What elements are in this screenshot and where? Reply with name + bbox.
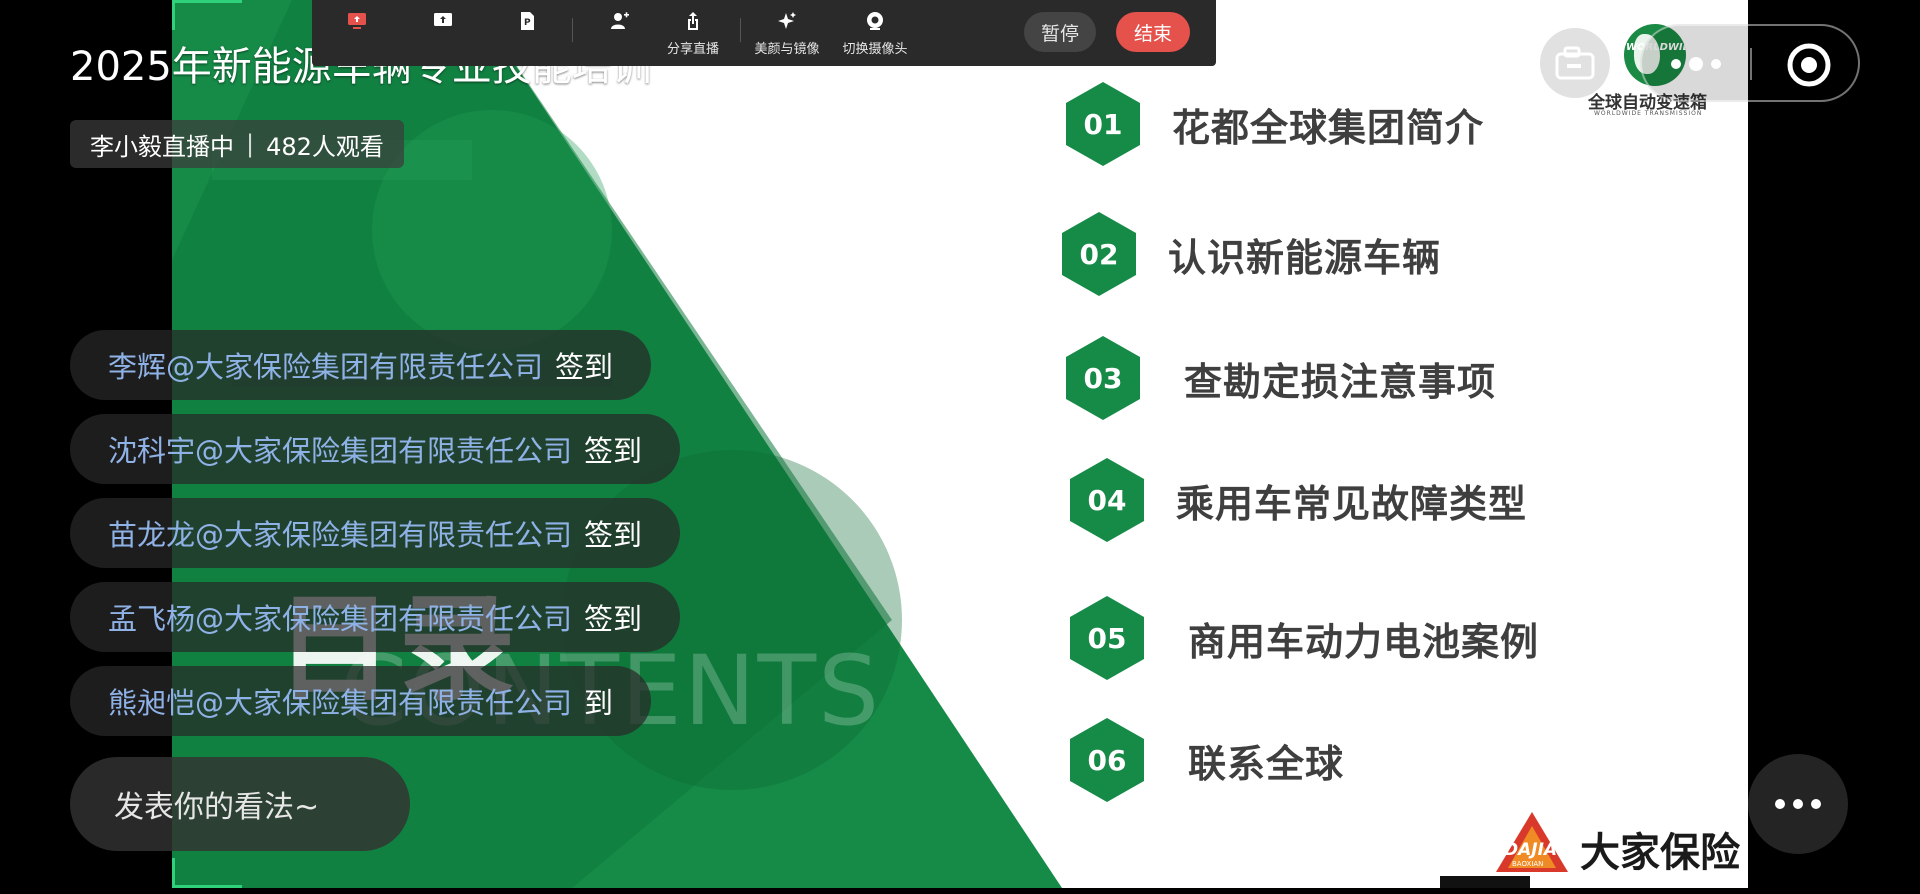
comment-text: 到 — [584, 686, 614, 720]
comment-user[interactable]: 沈科宇@大家保险集团有限责任公司 — [108, 428, 572, 470]
upload-icon — [434, 13, 452, 26]
tool-screen-share[interactable] — [312, 10, 402, 38]
toc-number-hexagon: 05 — [1070, 596, 1144, 680]
end-button[interactable]: 结束 — [1116, 12, 1190, 52]
comment-user[interactable]: 苗龙龙@大家保险集团有限责任公司 — [108, 512, 572, 554]
toc-item: 06 联系全球 — [1070, 718, 1344, 802]
toc-label: 商用车动力电池案例 — [1188, 619, 1540, 664]
tool-beauty-mirror[interactable]: 美颜与镜像 — [742, 10, 832, 57]
minimize-window-icon — [1555, 46, 1595, 80]
capsule-divider — [1750, 48, 1752, 80]
close-target-icon[interactable] — [1786, 42, 1832, 88]
toc-label: 联系全球 — [1188, 741, 1345, 786]
toolbar-divider — [740, 18, 741, 42]
stats-separator: | — [246, 130, 255, 158]
comment-user[interactable]: 李辉@大家保险集团有限责任公司 — [108, 344, 543, 386]
user-add-icon — [611, 12, 629, 29]
tool-upload[interactable] — [398, 10, 488, 38]
screen-share-icon — [348, 13, 366, 29]
document-icon: P — [521, 12, 534, 30]
comment-text: 签到 — [584, 518, 643, 552]
toc-item: 03 查勘定损注意事项 — [1066, 336, 1496, 420]
toc-label: 乘用车常见故障类型 — [1176, 481, 1528, 526]
host-status: 李小毅直播中 — [90, 132, 234, 161]
minimize-button[interactable] — [1540, 28, 1610, 98]
toc-number-hexagon: 03 — [1066, 336, 1140, 420]
mini-program-capsule — [1640, 24, 1860, 102]
tool-share-live[interactable]: 分享直播 — [648, 10, 738, 57]
toc-item: 04 乘用车常见故障类型 — [1070, 458, 1527, 542]
comment-text: 签到 — [584, 434, 643, 468]
comment-bubble: 沈科宇@大家保险集团有限责任公司 签到 — [70, 414, 681, 484]
live-status-badge: 李小毅直播中 | 482人观看 — [70, 120, 404, 168]
sparkle-icon — [778, 12, 796, 29]
comment-text: 签到 — [584, 602, 643, 636]
comment-input[interactable]: 发表你的看法~ — [70, 757, 410, 851]
toc-label: 认识新能源车辆 — [1168, 235, 1442, 280]
comment-bubble: 孟飞杨@大家保险集团有限责任公司 签到 — [70, 582, 681, 652]
toolbar-divider — [572, 18, 573, 42]
toc-item: 02 认识新能源车辆 — [1062, 212, 1441, 296]
toc-item: 05 商用车动力电池案例 — [1070, 596, 1539, 680]
comment-bubble: 熊昶恺@大家保险集团有限责任公司 到 — [70, 666, 652, 736]
toc-label: 花都全球集团简介 — [1172, 105, 1485, 150]
ellipsis-icon — [1775, 799, 1821, 809]
comment-bubble: 李辉@大家保险集团有限责任公司 签到 — [70, 330, 652, 400]
toc-number-hexagon: 04 — [1070, 458, 1144, 542]
toc-number-hexagon: 02 — [1062, 212, 1136, 296]
dajia-insurance-logo: DAJIA BAOXIAN 大家保险 — [1494, 810, 1744, 882]
svg-text:P: P — [524, 18, 531, 28]
toc-label: 查勘定损注意事项 — [1184, 359, 1497, 404]
comment-user[interactable]: 孟飞杨@大家保险集团有限责任公司 — [108, 596, 572, 638]
toc-item: 01 花都全球集团简介 — [1066, 82, 1484, 166]
tool-switch-camera[interactable]: 切换摄像头 — [830, 10, 920, 57]
tool-document[interactable]: P — [482, 10, 572, 38]
toc-number-hexagon: 06 — [1070, 718, 1144, 802]
corner-bracket — [172, 0, 242, 30]
comment-bubble: 苗龙龙@大家保险集团有限责任公司 签到 — [70, 498, 681, 568]
meeting-toolbar: P 分享直播 美颜与镜像 切换摄像头 暂停 结束 — [312, 0, 1216, 66]
viewer-count: 482人观看 — [266, 132, 384, 161]
more-options-button[interactable] — [1748, 754, 1848, 854]
comment-user[interactable]: 熊昶恺@大家保险集团有限责任公司 — [108, 680, 572, 722]
toc-number-hexagon: 01 — [1066, 82, 1140, 166]
comment-text: 签到 — [555, 350, 614, 384]
camera-icon — [867, 12, 883, 30]
slide-thumbnail-strip — [1440, 876, 1530, 888]
more-dots-icon[interactable] — [1664, 48, 1728, 80]
share-icon — [688, 12, 698, 30]
pause-button[interactable]: 暂停 — [1024, 12, 1096, 52]
corner-bracket — [172, 858, 242, 888]
